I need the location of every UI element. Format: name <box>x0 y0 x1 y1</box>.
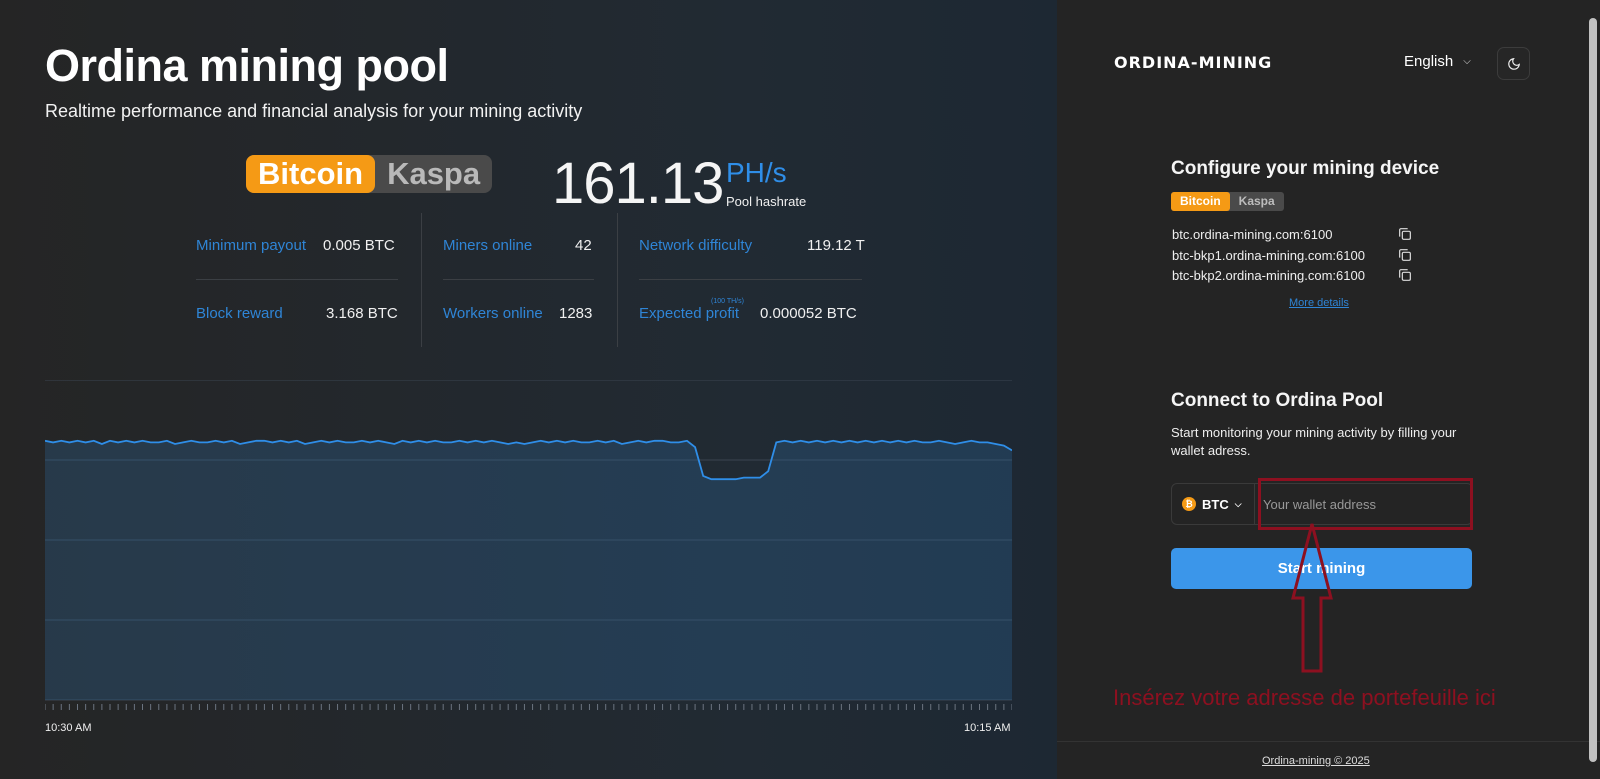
server-address: btc.ordina-mining.com:6100 <box>1172 227 1333 242</box>
chevron-down-icon: ⌵ <box>1463 56 1471 67</box>
config-coin-kaspa[interactable]: Kaspa <box>1230 192 1284 211</box>
theme-toggle-button[interactable] <box>1497 47 1530 80</box>
network-difficulty-label: Network difficulty <box>639 237 753 254</box>
config-coin-toggle: Bitcoin Kaspa <box>1171 192 1284 211</box>
language-selector[interactable]: English ⌵ <box>1404 53 1471 70</box>
stat-divider <box>443 279 594 280</box>
expected-profit-value: 0.000052 BTC <box>760 305 857 322</box>
workers-online-value: 1283 <box>559 305 593 322</box>
coin-toggle: Bitcoin Kaspa <box>246 155 493 193</box>
coin-select-value: BTC <box>1202 496 1229 512</box>
language-label: English <box>1404 53 1454 70</box>
copy-icon[interactable] <box>1397 267 1413 283</box>
coin-toggle-kaspa[interactable]: Kaspa <box>375 155 492 193</box>
bitcoin-icon: ₿ <box>1182 497 1196 511</box>
workers-online-label: Workers online <box>443 305 543 322</box>
footer-divider <box>1057 741 1600 742</box>
copy-icon[interactable] <box>1397 247 1413 263</box>
footer-copyright[interactable]: Ordina-mining © 2025 <box>1262 755 1370 767</box>
coin-select[interactable]: ₿ BTC ⌵ <box>1171 483 1255 525</box>
moon-icon <box>1507 57 1520 70</box>
annotation-arrow-icon <box>1291 523 1333 673</box>
min-payout-value: 0.005 BTC <box>323 237 395 254</box>
page-title: Ordina mining pool <box>45 40 449 91</box>
chevron-down-icon: ⌵ <box>1234 498 1242 509</box>
configure-title: Configure your mining device <box>1171 158 1440 179</box>
config-coin-bitcoin[interactable]: Bitcoin <box>1171 192 1230 211</box>
chart-x-label-start: 10:30 AM <box>45 722 92 734</box>
brand-logo[interactable]: ORDINA-MINING <box>1114 53 1272 72</box>
stat-column-divider <box>617 213 618 347</box>
min-payout-label: Minimum payout <box>196 237 307 254</box>
pool-hashrate-value: 161.13 <box>552 151 724 216</box>
chart-x-label-end: 10:15 AM <box>964 722 1011 734</box>
hashrate-chart <box>45 380 1012 710</box>
block-reward-value: 3.168 BTC <box>326 305 398 322</box>
chart-area <box>45 440 1012 700</box>
more-details-link[interactable]: More details <box>1289 297 1349 309</box>
pool-hashrate-label: Pool hashrate <box>726 194 807 209</box>
server-address: btc-bkp1.ordina-mining.com:6100 <box>1172 248 1365 263</box>
stat-divider <box>196 279 398 280</box>
pool-hashrate-unit: PH/s <box>726 157 787 188</box>
coin-toggle-bitcoin[interactable]: Bitcoin <box>246 155 376 193</box>
page-subtitle: Realtime performance and financial analy… <box>45 101 583 121</box>
expected-profit-label: Expected profit <box>639 305 740 322</box>
server-address: btc-bkp2.ordina-mining.com:6100 <box>1172 268 1365 283</box>
stat-column-divider <box>421 213 422 347</box>
network-difficulty-value: 119.12 T <box>807 237 865 254</box>
miners-online-value: 42 <box>575 237 592 254</box>
annotation-text: Insérez votre adresse de portefeuille ic… <box>1113 685 1496 710</box>
scrollbar[interactable] <box>1589 18 1597 762</box>
connect-title: Connect to Ordina Pool <box>1171 390 1384 411</box>
copy-icon[interactable] <box>1397 226 1413 242</box>
expected-profit-note: (100 TH/s) <box>711 298 744 305</box>
block-reward-label: Block reward <box>196 305 283 322</box>
connect-description: Start monitoring your mining activity by… <box>1171 425 1457 458</box>
miners-online-label: Miners online <box>443 237 533 254</box>
stat-divider <box>639 279 862 280</box>
